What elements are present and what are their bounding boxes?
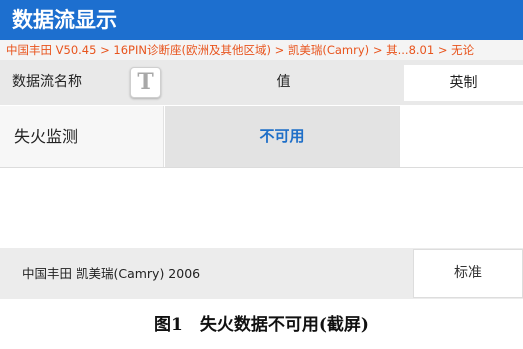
vehicle-info: 中国丰田 凯美瑞(Camry) 2006 — [22, 266, 201, 281]
column-header-name: 数据流名称 — [12, 74, 82, 90]
data-item-value: 不可用 — [165, 106, 399, 167]
table-header: 数据流名称 T 值 英制 — [0, 60, 523, 105]
data-item-name: 失火监测 — [0, 106, 164, 167]
standard-button[interactable]: 标准 — [413, 249, 523, 298]
data-item-unit — [399, 106, 523, 167]
table-row[interactable]: 失火监测 不可用 — [0, 106, 523, 167]
text-size-button[interactable]: T — [130, 67, 161, 98]
column-header-value: 值 — [276, 74, 291, 90]
footer-bar: 中国丰田 凯美瑞(Camry) 2006 标准 — [0, 248, 523, 299]
figure-caption: 图1 失火数据不可用(截屏) — [154, 315, 369, 335]
breadcrumb[interactable]: 中国丰田 V50.45 > 16PIN诊断座(欧洲及其他区域) > 凯美瑞(Ca… — [0, 40, 523, 60]
app-title-bar: 数据流显示 — [0, 0, 523, 40]
app-title: 数据流显示 — [12, 8, 117, 32]
row-divider — [0, 167, 523, 168]
unit-toggle-button[interactable]: 英制 — [404, 65, 523, 101]
